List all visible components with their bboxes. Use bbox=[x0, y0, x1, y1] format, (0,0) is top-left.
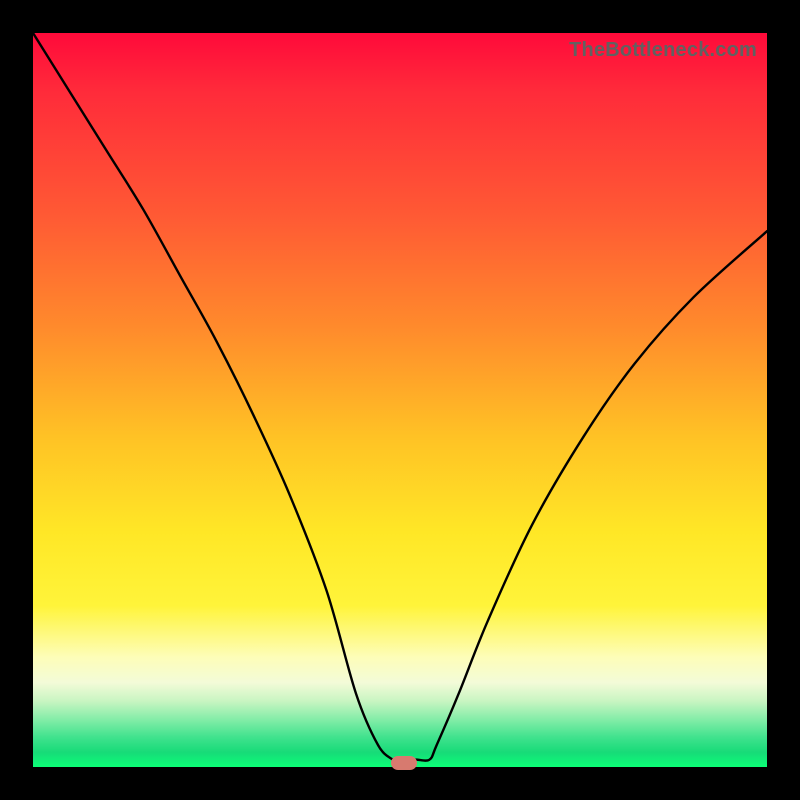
optimal-marker bbox=[391, 756, 417, 770]
bottleneck-curve bbox=[33, 33, 767, 767]
plot-area: TheBottleneck.com bbox=[33, 33, 767, 767]
chart-frame: TheBottleneck.com bbox=[0, 0, 800, 800]
